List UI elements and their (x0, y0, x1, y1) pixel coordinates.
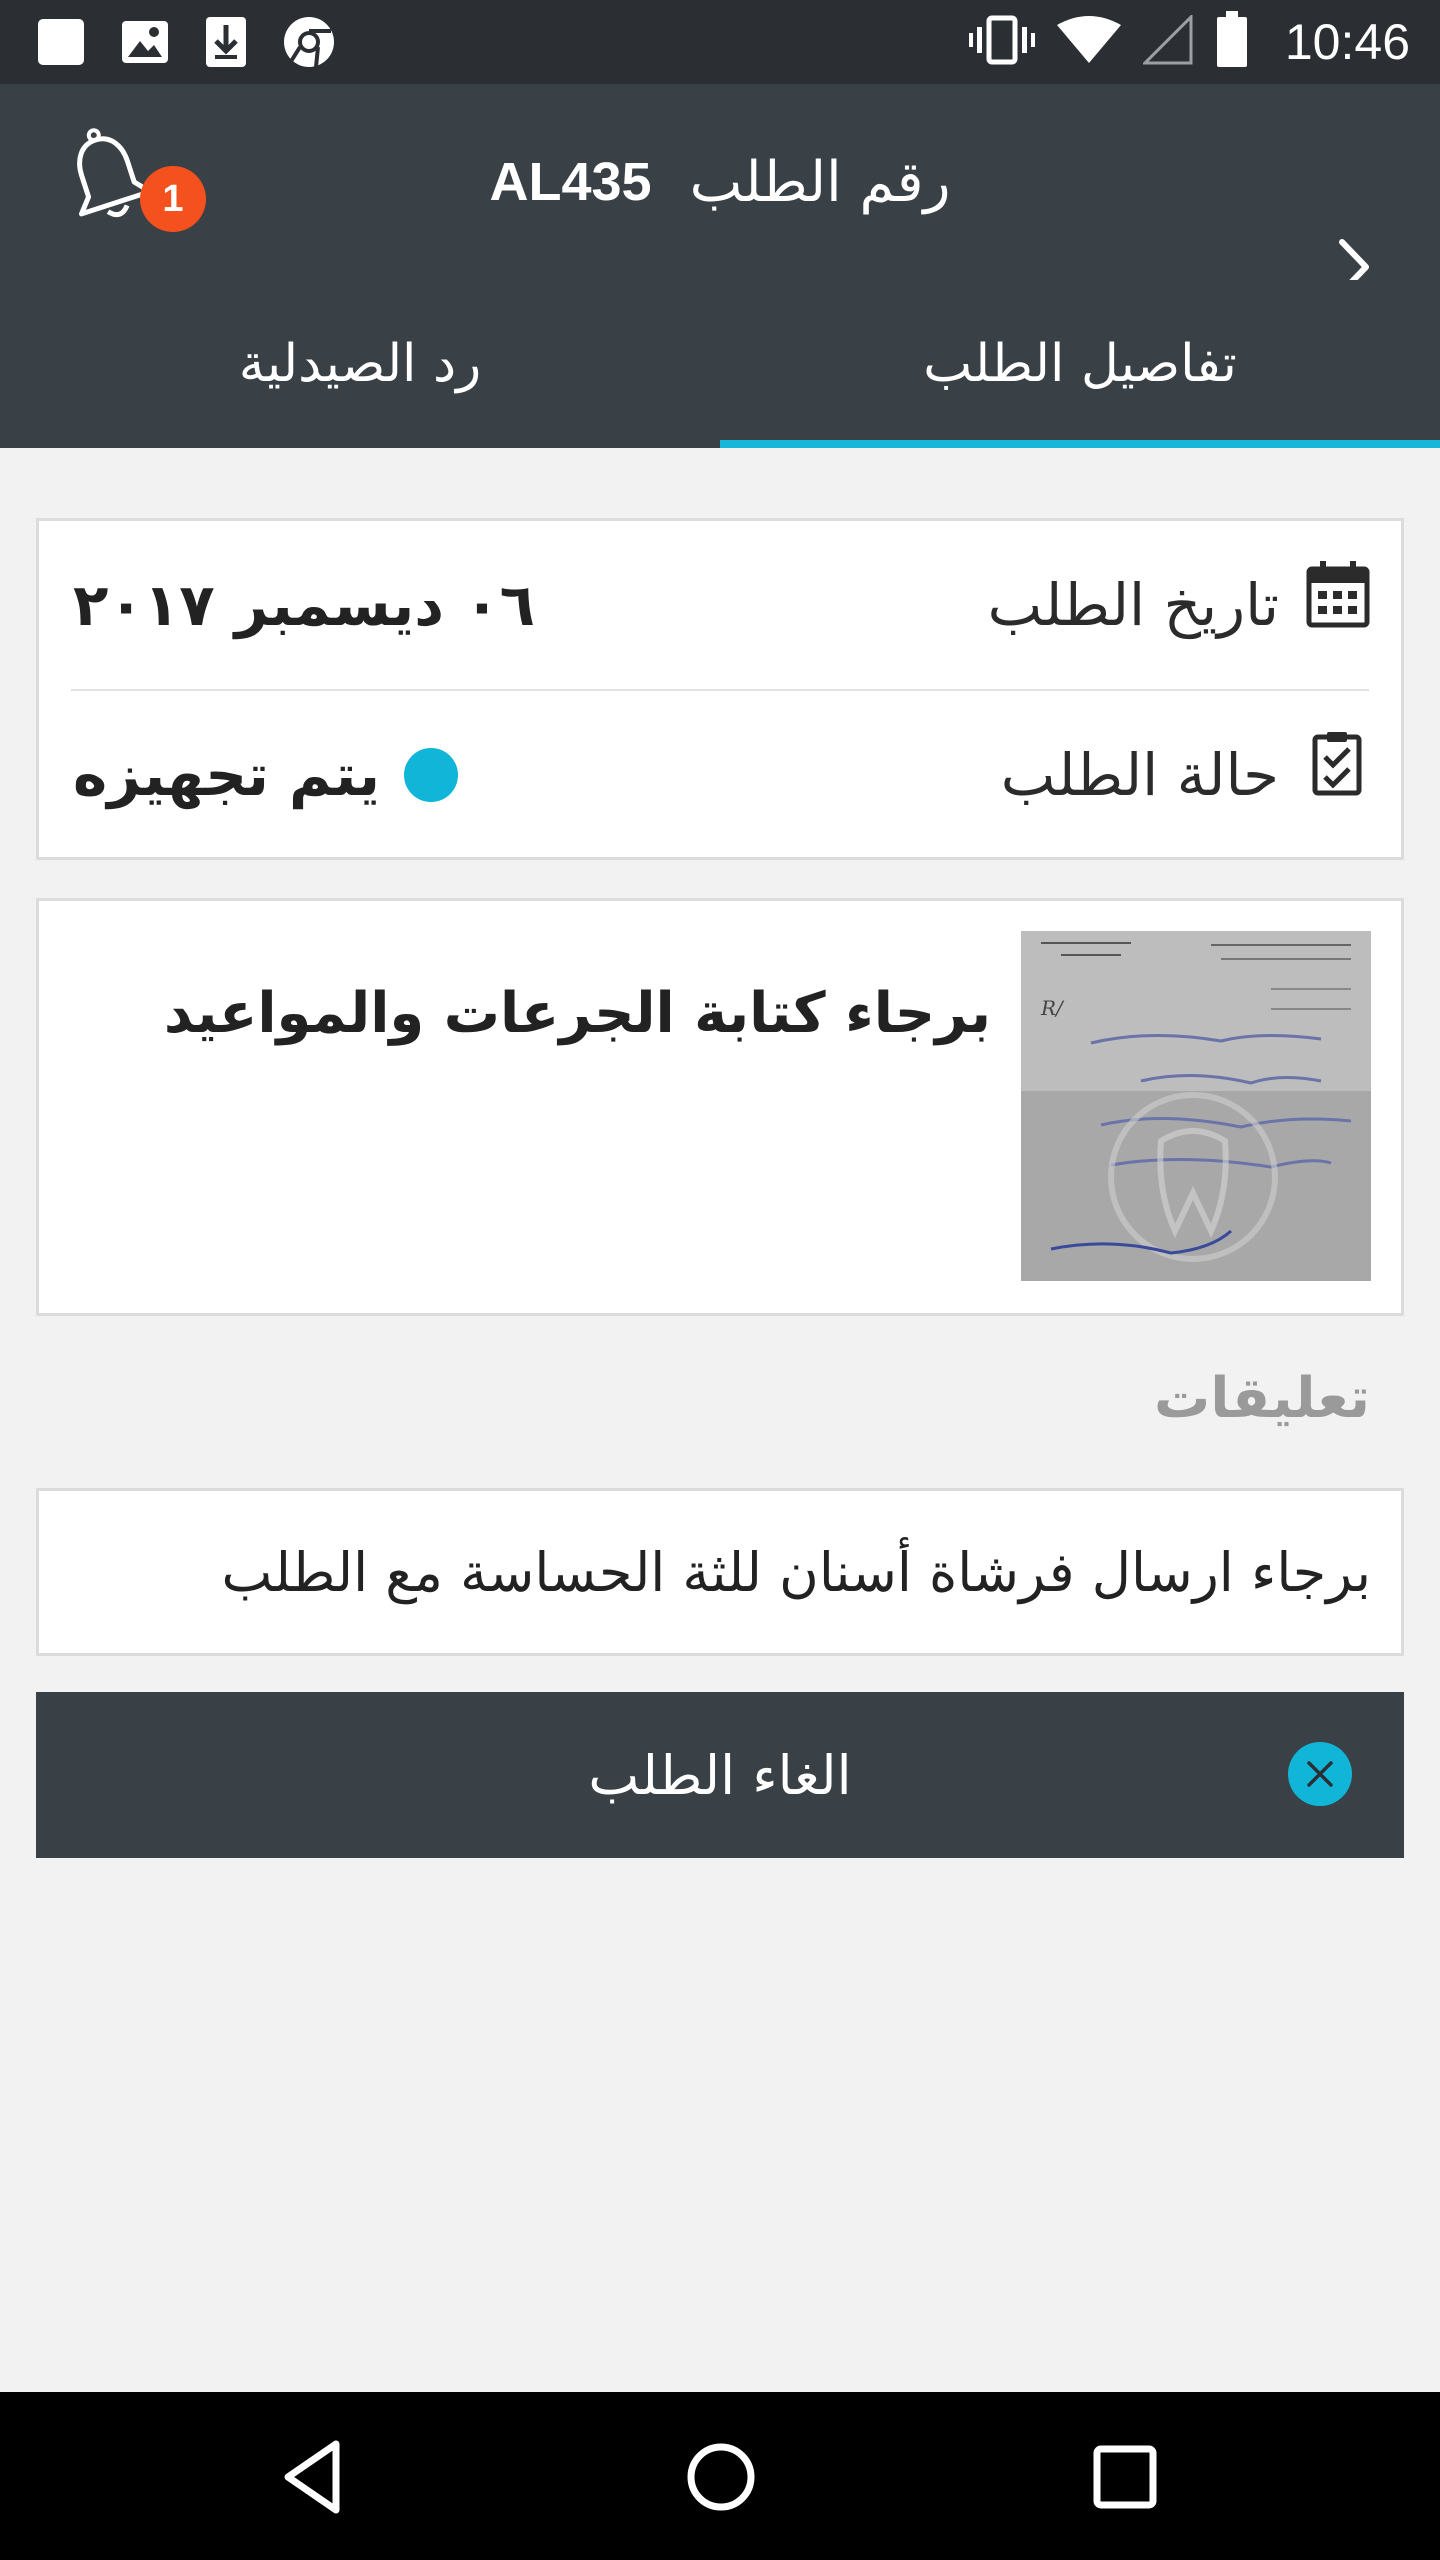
order-date-row: تاريخ الطلب ٠٦ ديسمبر ٢٠١٧ (39, 521, 1401, 689)
tab-order-details[interactable]: تفاصيل الطلب (720, 280, 1440, 448)
prescription-image[interactable]: R/ (1021, 931, 1371, 1281)
page-title: AL435 رقم الطلب (0, 84, 1440, 280)
status-notification-icons (36, 14, 336, 70)
order-status-text: يتم تجهيزه (73, 741, 380, 809)
order-date-value: ٠٦ ديسمبر ٢٠١٧ (73, 571, 536, 639)
chrome-icon (282, 15, 336, 69)
wifi-icon (1056, 15, 1121, 69)
tab-pharmacy-reply[interactable]: رد الصيدلية (0, 280, 720, 448)
notification-square-icon (36, 17, 86, 67)
prescription-card: R/ برجاء كتابة الجرعات والمواعيد (36, 898, 1404, 1316)
signal-icon (1141, 13, 1193, 69)
status-system-icons: 10:46 (968, 11, 1410, 73)
battery-icon (1215, 11, 1249, 73)
recents-square-icon (1093, 2445, 1157, 2509)
comment-text: برجاء ارسال فرشاة أسنان للثة الحساسة مع … (221, 1540, 1371, 1604)
active-tab-indicator (720, 440, 1440, 448)
order-label: رقم الطلب (689, 149, 951, 215)
comment-card: برجاء ارسال فرشاة أسنان للثة الحساسة مع … (36, 1488, 1404, 1656)
image-icon (120, 17, 170, 67)
order-status-label: حالة الطلب (1000, 741, 1279, 809)
prescription-photo: R/ (1021, 931, 1371, 1281)
close-icon (1288, 1742, 1352, 1806)
order-status-row: حالة الطلب يتم تجهيزه (39, 691, 1401, 859)
system-nav-bar (0, 2392, 1440, 2560)
nav-home-button[interactable] (678, 2434, 764, 2520)
download-icon (204, 15, 248, 69)
nav-back-button[interactable] (272, 2434, 358, 2520)
tab-label: تفاصيل الطلب (923, 334, 1237, 394)
vibrate-icon (968, 15, 1035, 69)
cancel-order-button[interactable]: الغاء الطلب (36, 1692, 1404, 1858)
status-clock: 10:46 (1284, 14, 1410, 70)
cancel-order-label: الغاء الطلب (588, 1743, 852, 1807)
status-bar: 10:46 (0, 0, 1440, 84)
order-status-value: يتم تجهيزه (73, 691, 484, 859)
order-id: AL435 (489, 152, 652, 212)
order-info-card: تاريخ الطلب ٠٦ ديسمبر ٢٠١٧ حالة الطلب يت… (36, 518, 1404, 860)
prescription-note: برجاء كتابة الجرعات والمواعيد (163, 981, 991, 1046)
home-circle-icon (687, 2443, 755, 2511)
order-date-label: تاريخ الطلب (987, 571, 1279, 639)
svg-text:R/: R/ (1040, 996, 1065, 1020)
nav-recents-button[interactable] (1082, 2434, 1168, 2520)
comments-heading: تعليقات (1154, 1366, 1370, 1431)
clipboard-check-icon (1312, 732, 1362, 796)
calendar-icon (1306, 561, 1370, 628)
tab-bar: تفاصيل الطلب رد الصيدلية (0, 280, 1440, 448)
status-dot-icon (404, 748, 458, 802)
back-triangle-icon (284, 2440, 340, 2514)
tab-label: رد الصيدلية (238, 334, 482, 394)
